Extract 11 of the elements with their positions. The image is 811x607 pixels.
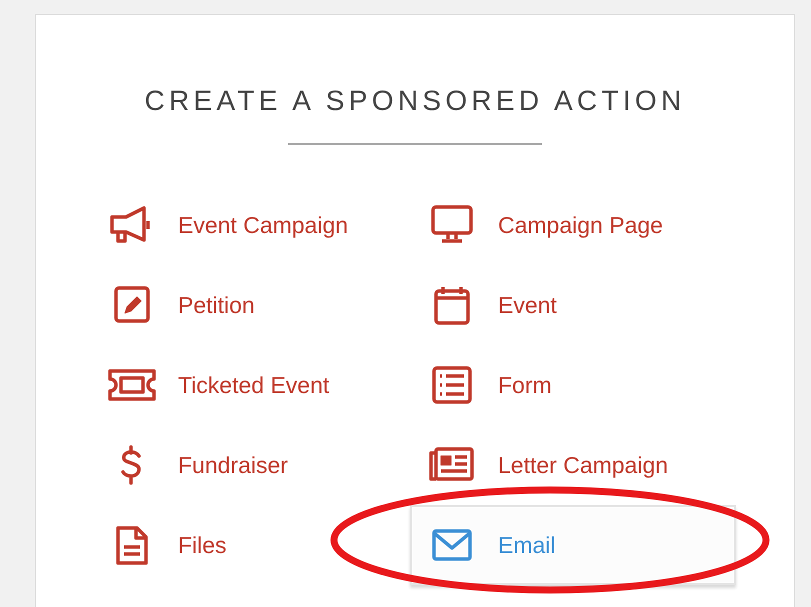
action-link[interactable]: Event bbox=[410, 265, 575, 345]
action-link[interactable]: Petition bbox=[90, 265, 273, 345]
action-link[interactable]: Email bbox=[410, 505, 736, 585]
action-link[interactable]: Letter Campaign bbox=[410, 425, 686, 505]
action-link[interactable]: Files bbox=[90, 505, 245, 585]
action-link[interactable]: Event Campaign bbox=[90, 185, 366, 265]
action-link[interactable]: Form bbox=[410, 345, 570, 425]
action-link[interactable]: Fundraiser bbox=[90, 425, 306, 505]
section-title: CREATE A SPONSORED ACTION bbox=[143, 84, 687, 118]
action-link[interactable]: Ticketed Event bbox=[90, 345, 348, 425]
action-link[interactable]: Campaign Page bbox=[410, 185, 681, 265]
